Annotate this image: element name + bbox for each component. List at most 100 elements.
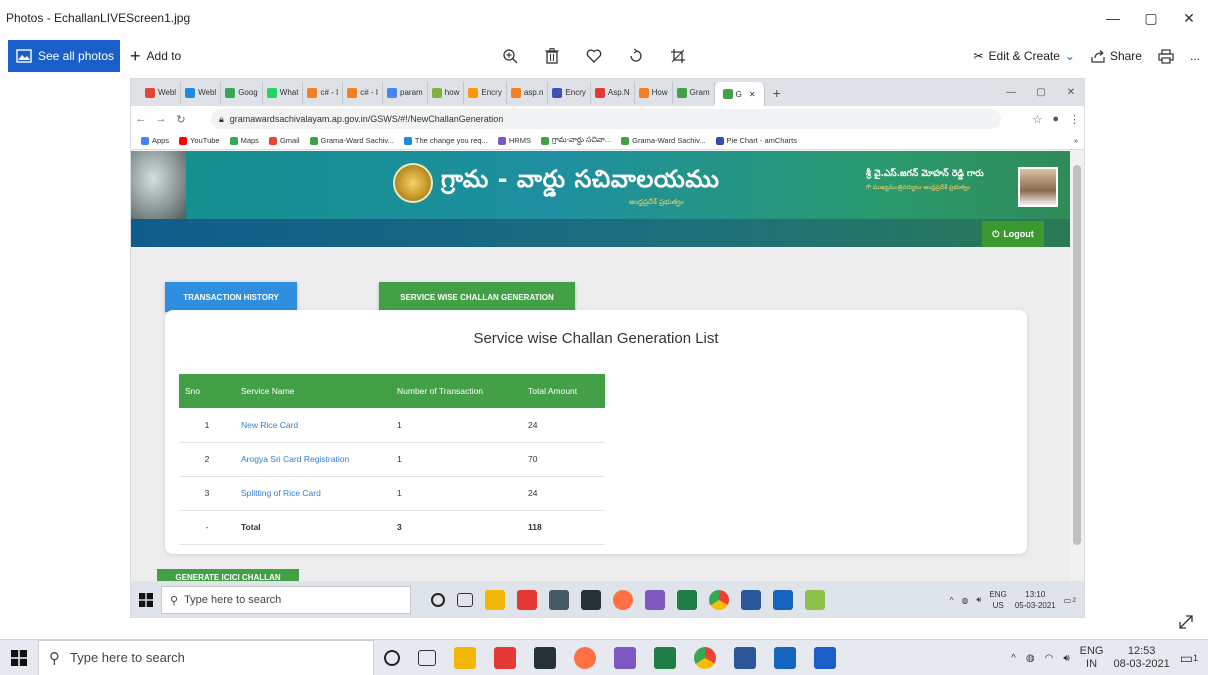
generate-icici-challan-button[interactable]: GENERATE ICICI CHALLAN (157, 569, 299, 581)
browser-tab-active[interactable]: G ✕ (714, 82, 765, 106)
delete-icon[interactable] (540, 44, 564, 68)
file-explorer-icon[interactable] (485, 590, 505, 610)
chrome-icon[interactable] (709, 590, 729, 610)
bookmark-item[interactable]: Apps (141, 136, 169, 145)
print-button[interactable] (1158, 48, 1174, 64)
cortana-icon[interactable] (431, 593, 445, 607)
visual-studio-icon[interactable] (645, 590, 665, 610)
browser-tab[interactable]: Asp.N (591, 81, 635, 104)
browser-restore-button[interactable]: ▢ (1026, 79, 1056, 106)
volume-icon[interactable]: 🔊︎ (976, 595, 981, 605)
volume-icon[interactable]: 🔊︎ (1063, 653, 1069, 664)
sticky-notes-icon[interactable] (534, 647, 556, 669)
word-icon[interactable] (734, 647, 756, 669)
tray-chevron-icon[interactable]: ^ (1011, 653, 1016, 664)
menu-icon[interactable]: ⋮ (1069, 113, 1080, 126)
tray-language[interactable]: ENG IN (1080, 645, 1104, 671)
page-scrollbar[interactable] (1070, 151, 1084, 581)
excel-icon[interactable] (654, 647, 676, 669)
tray-clock[interactable]: 13:10 05-03-2021 (1015, 589, 1056, 611)
camera-icon[interactable] (549, 590, 569, 610)
inner-search-box[interactable]: ⚲ Type here to search (161, 586, 411, 614)
browser-tab[interactable]: Encry (464, 81, 507, 104)
tray-clock[interactable]: 12:53 08-03-2021 (1113, 645, 1169, 671)
tab-transaction-history[interactable]: TRANSACTION HISTORY (165, 282, 297, 312)
bookmark-item[interactable]: Maps (229, 136, 259, 145)
wifi-icon[interactable]: ◠ (1045, 653, 1054, 664)
anydesk-icon[interactable] (517, 590, 537, 610)
sticky-notes-icon[interactable] (581, 590, 601, 610)
back-icon[interactable]: ← (131, 113, 151, 125)
crop-icon[interactable] (666, 44, 690, 68)
maximize-button[interactable]: ▢ (1132, 0, 1170, 36)
more-button[interactable]: ... (1190, 49, 1200, 63)
minimize-button[interactable]: — (1094, 0, 1132, 36)
tray-language[interactable]: ENG US (989, 589, 1006, 611)
tab-close-icon[interactable]: ✕ (749, 90, 756, 99)
photos-icon[interactable] (814, 647, 836, 669)
browser-tab[interactable]: What (263, 81, 304, 104)
taskbar-search-box[interactable]: ⚲ Type here to search (38, 639, 374, 675)
chrome-icon[interactable] (694, 647, 716, 669)
more-bookmarks-button[interactable]: » (1074, 136, 1078, 145)
bookmark-item[interactable]: The change you req... (403, 136, 488, 145)
task-view-icon[interactable] (457, 593, 473, 607)
paint-icon[interactable] (613, 590, 633, 610)
browser-tab[interactable]: how (428, 81, 465, 104)
sql-icon[interactable] (773, 590, 793, 610)
browser-close-button[interactable]: ✕ (1056, 79, 1084, 106)
browser-tab[interactable]: Webl (181, 81, 222, 104)
edit-create-menu[interactable]: ✂ Edit & Create ⌄ (973, 49, 1075, 63)
service-name-link[interactable]: Splitting of Rice Card (235, 476, 391, 511)
network-icon[interactable]: ◍ (961, 596, 968, 605)
network-icon[interactable]: ◍ (1026, 653, 1035, 664)
bookmark-item[interactable]: గ్రామ-వార్డు సచివా... (540, 135, 611, 146)
paint-icon[interactable] (574, 647, 596, 669)
sql-icon[interactable] (774, 647, 796, 669)
service-name-link[interactable]: Arogya Sri Card Registration (235, 442, 391, 477)
browser-tab[interactable]: Encry (548, 81, 591, 104)
file-explorer-icon[interactable] (454, 647, 476, 669)
scroll-thumb[interactable] (1073, 165, 1081, 545)
browser-tab[interactable]: Goog (221, 81, 263, 104)
snipping-icon[interactable] (805, 590, 825, 610)
expand-icon[interactable] (1176, 612, 1196, 632)
browser-tab[interactable]: Webl (141, 81, 182, 104)
windows-start-icon[interactable] (0, 649, 38, 666)
logout-button[interactable]: ⏻ Logout (982, 221, 1044, 247)
word-icon[interactable] (741, 590, 761, 610)
new-tab-button[interactable]: + (765, 85, 789, 101)
tray-chevron-icon[interactable]: ^ (950, 596, 954, 605)
bookmark-item[interactable]: Grama-Ward Sachiv... (309, 136, 394, 145)
close-button[interactable]: ✕ (1170, 0, 1208, 36)
rotate-icon[interactable] (624, 44, 648, 68)
notifications-icon[interactable]: ▭ 1 (1180, 650, 1198, 667)
bookmark-item[interactable]: Pie Chart - amCharts (715, 136, 797, 145)
tab-service-wise-challan[interactable]: SERVICE WISE CHALLAN GENERATION (379, 282, 575, 312)
forward-icon[interactable]: → (151, 113, 171, 125)
excel-icon[interactable] (677, 590, 697, 610)
browser-tab[interactable]: c# - I (343, 81, 383, 104)
add-to-button[interactable]: + Add to (130, 40, 181, 72)
profile-icon[interactable]: ● (1052, 113, 1059, 125)
heart-icon[interactable] (582, 44, 606, 68)
browser-tab[interactable]: How (635, 81, 673, 104)
browser-tab[interactable]: c# - I (303, 81, 344, 104)
share-button[interactable]: Share (1091, 49, 1142, 63)
browser-minimize-button[interactable]: — (996, 79, 1026, 106)
service-name-link[interactable]: New Rice Card (235, 408, 391, 443)
star-icon[interactable]: ☆ (1032, 113, 1042, 126)
url-input[interactable]: 🔒︎ gramawardsachivalayam.ap.gov.in/GSWS/… (211, 109, 1001, 129)
bookmark-item[interactable]: Gmail (268, 136, 300, 145)
bookmark-item[interactable]: Grama-Ward Sachiv... (621, 136, 706, 145)
bookmark-item[interactable]: HRMS (497, 136, 531, 145)
anydesk-icon[interactable] (494, 647, 516, 669)
reload-icon[interactable]: ↻ (171, 113, 191, 126)
zoom-in-icon[interactable] (498, 44, 522, 68)
bookmark-item[interactable]: YouTube (179, 136, 220, 145)
browser-tab[interactable]: param (383, 81, 428, 104)
task-view-icon[interactable] (418, 650, 436, 666)
notifications-icon[interactable]: ▭ 2 (1064, 596, 1076, 605)
windows-start-icon[interactable] (131, 593, 161, 607)
browser-tab[interactable]: Gram (673, 81, 715, 104)
